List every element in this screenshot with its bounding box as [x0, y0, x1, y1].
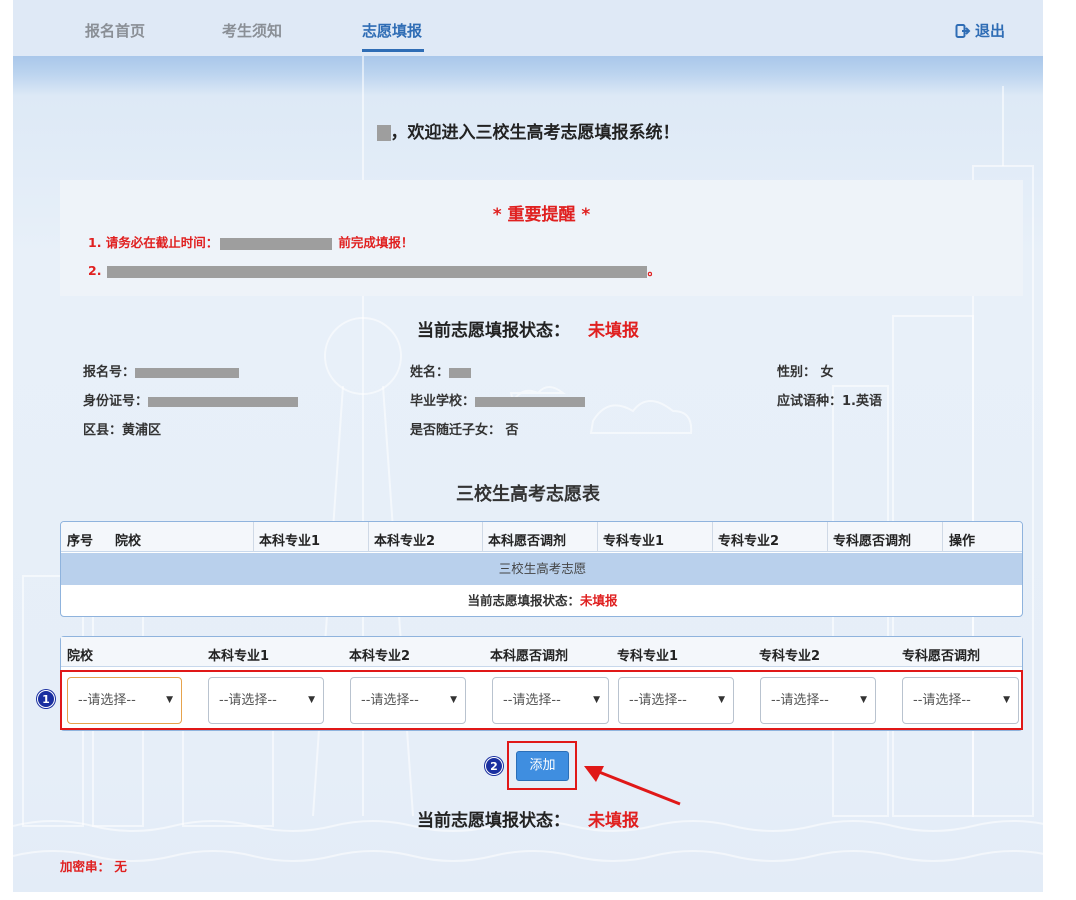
- form-col-college-adjust: 专科愿否调剂: [902, 649, 981, 664]
- form-col-college-major-1: 专科专业1: [617, 649, 679, 664]
- welcome-message: ，欢迎进入三校生高考志愿填报系统！: [13, 118, 1043, 143]
- annotation-badge-2: 2: [485, 757, 503, 775]
- language-field: 应试语种：1.英语: [777, 394, 882, 409]
- notice-title: * 重要提醒 *: [492, 205, 591, 225]
- col-bachelor-major-1: 本科专业1: [259, 534, 321, 549]
- footer-application-status: 当前志愿填报状态： 未填报: [417, 811, 639, 831]
- migrant-field: 是否随迁子女： 否: [410, 423, 519, 438]
- logout-icon: [955, 23, 971, 38]
- col-college-major-1: 专科专业1: [603, 534, 665, 549]
- add-button[interactable]: 添加: [516, 751, 569, 781]
- notice-line-2: 2.。: [88, 263, 660, 278]
- tab-home[interactable]: 报名首页: [85, 20, 145, 41]
- form-col-school: 院校: [67, 649, 94, 664]
- logout-button[interactable]: 退出: [955, 20, 1005, 41]
- table-title: 三校生高考志愿表: [456, 484, 600, 505]
- dropdown-arrow-icon: ▼: [718, 695, 725, 705]
- dropdown-arrow-icon: ▼: [1003, 695, 1010, 705]
- form-col-bachelor-major-2: 本科专业2: [349, 649, 411, 664]
- status-value: 未填报: [588, 321, 639, 341]
- tab-application[interactable]: 志愿填报: [362, 20, 422, 41]
- school-select[interactable]: --请选择-- ▼: [67, 677, 182, 724]
- dropdown-arrow-icon: ▼: [450, 695, 457, 705]
- bachelor-major-1-select[interactable]: --请选择-- ▼: [208, 677, 324, 724]
- dropdown-arrow-icon: ▼: [166, 695, 173, 705]
- redacted-reg-no: [135, 367, 240, 378]
- form-col-bachelor-major-1: 本科专业1: [208, 649, 270, 664]
- summary-status-row: 当前志愿填报状态：未填报: [467, 593, 618, 608]
- college-major-1-select[interactable]: --请选择-- ▼: [618, 677, 734, 724]
- important-notice: * 重要提醒 * 1. 请务必在截止时间： 前完成填报！ 2.。: [60, 180, 1023, 296]
- cipher-string: 加密串： 无: [60, 859, 127, 874]
- form-table-header: 院校 本科专业1 本科专业2 本科愿否调剂 专科专业1 专科专业2 专科愿否调剂: [61, 637, 1022, 667]
- tab-exam-notice[interactable]: 考生须知: [222, 20, 282, 41]
- application-summary-table: 序号 院校 本科专业1 本科专业2 本科愿否调剂 专科专业1 专科专业2 专科愿…: [60, 521, 1023, 617]
- active-tab-underline: [362, 49, 424, 52]
- col-college-adjust: 专科愿否调剂: [833, 534, 912, 549]
- form-col-bachelor-adjust: 本科愿否调剂: [490, 649, 569, 664]
- redacted-id-card: [148, 396, 299, 407]
- col-bachelor-major-2: 本科专业2: [374, 534, 436, 549]
- notice-line-1: 1. 请务必在截止时间： 前完成填报！: [88, 235, 414, 250]
- application-status: 当前志愿填报状态： 未填报: [417, 321, 639, 341]
- redacted-name-value: [449, 367, 472, 378]
- redacted-notice-text: [107, 265, 648, 278]
- dropdown-arrow-icon: ▼: [593, 695, 600, 705]
- redacted-name: [376, 125, 391, 141]
- annotation-arrow-icon: [584, 766, 681, 806]
- bachelor-major-2-select[interactable]: --请选择-- ▼: [350, 677, 466, 724]
- district-field: 区县：黄浦区: [83, 423, 162, 438]
- col-college-major-2: 专科专业2: [718, 534, 780, 549]
- summary-group-row: 三校生高考志愿: [61, 553, 1022, 585]
- college-adjust-select[interactable]: --请选择-- ▼: [902, 677, 1019, 724]
- dropdown-arrow-icon: ▼: [308, 695, 315, 705]
- id-card-field: 身份证号：: [83, 390, 299, 409]
- form-col-college-major-2: 专科专业2: [759, 649, 821, 664]
- col-bachelor-adjust: 本科愿否调剂: [488, 534, 567, 549]
- top-nav: 报名首页 考生须知 志愿填报 退出: [13, 0, 1043, 56]
- col-school: 院校: [115, 534, 142, 549]
- logout-label: 退出: [974, 22, 1005, 40]
- college-major-2-select[interactable]: --请选择-- ▼: [760, 677, 876, 724]
- redacted-deadline: [220, 237, 333, 250]
- redacted-school: [475, 396, 586, 407]
- annotation-badge-1: 1: [37, 690, 55, 708]
- gender-field: 性别： 女: [777, 365, 834, 380]
- school-field: 毕业学校：: [410, 390, 586, 409]
- reg-no-field: 报名号：: [83, 361, 240, 380]
- summary-table-header: 序号 院校 本科专业1 本科专业2 本科愿否调剂 专科专业1 专科专业2 专科愿…: [61, 522, 1022, 552]
- col-index: 序号: [67, 534, 94, 549]
- bachelor-adjust-select[interactable]: --请选择-- ▼: [492, 677, 609, 724]
- col-operation: 操作: [949, 534, 976, 549]
- name-field: 姓名：: [410, 361, 472, 380]
- dropdown-arrow-icon: ▼: [860, 695, 867, 705]
- footer-status-value: 未填报: [588, 811, 639, 831]
